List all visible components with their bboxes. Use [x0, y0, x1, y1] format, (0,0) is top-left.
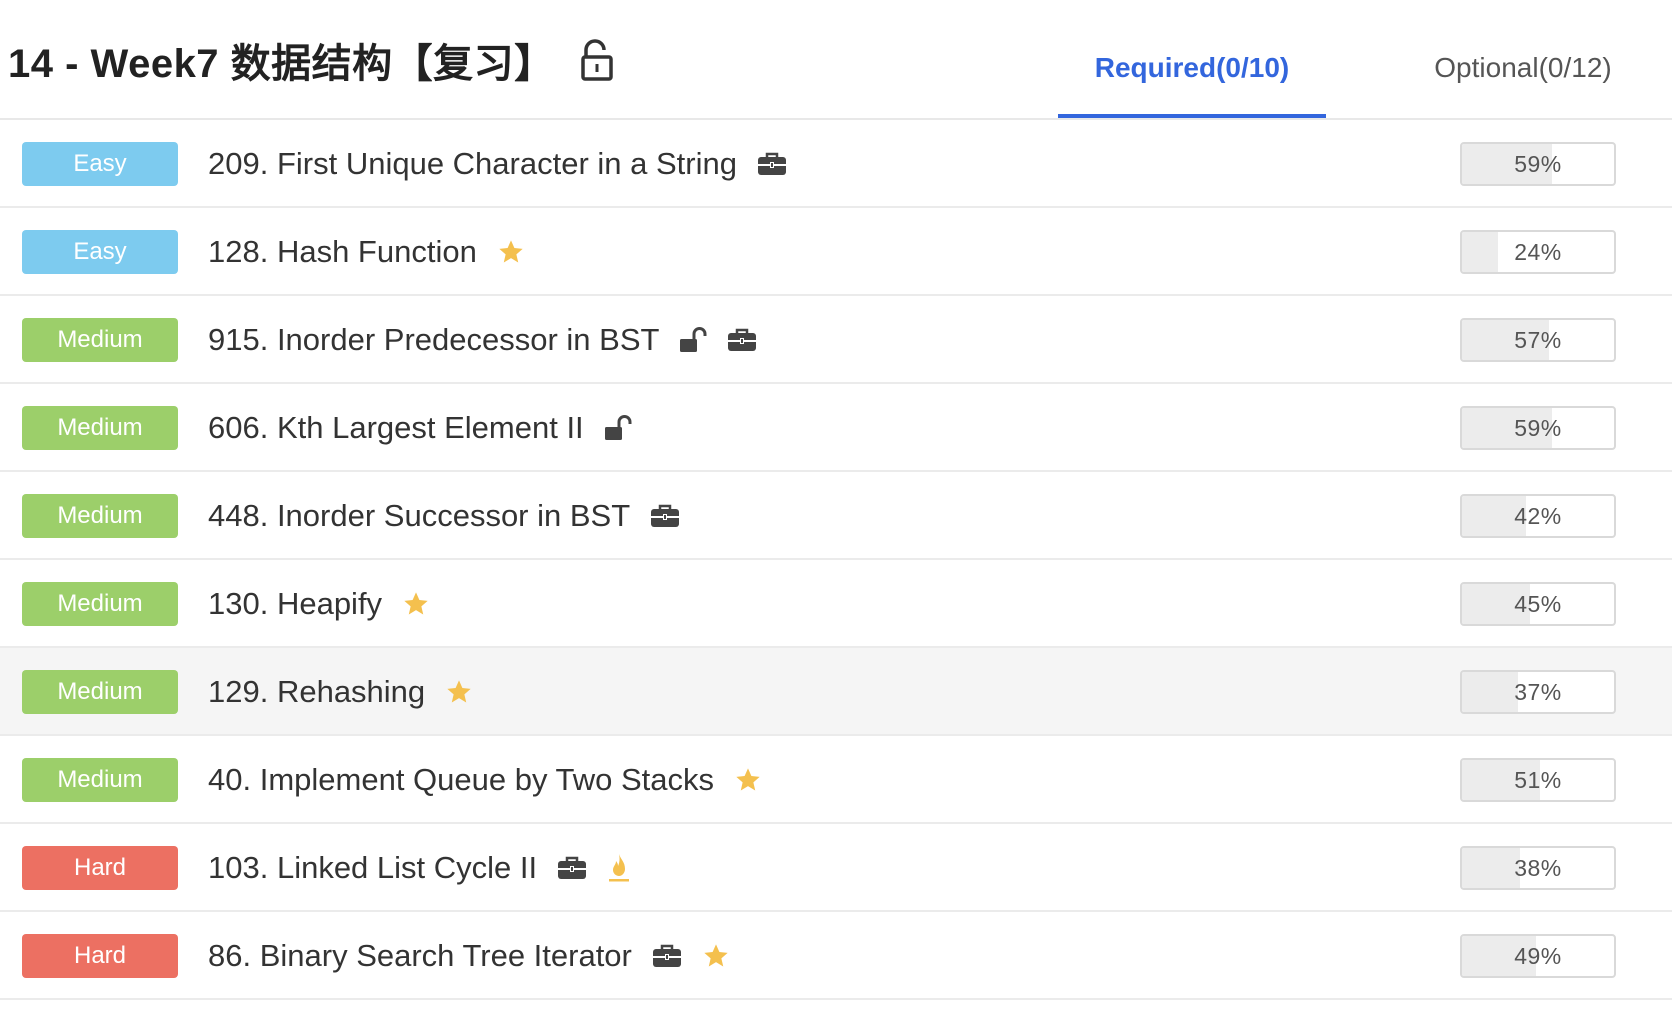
problem-title-wrap: 128. Hash Function [208, 208, 525, 296]
acceptance-rate-text: 37% [1514, 679, 1562, 705]
problem-title-wrap: 103. Linked List Cycle II [208, 824, 631, 912]
problem-title-wrap: 209. First Unique Character in a String [208, 120, 787, 208]
acceptance-rate-text: 59% [1514, 151, 1562, 177]
problem-list: Easy 209. First Unique Character in a Str… [0, 120, 1672, 1000]
tab-bar: Required(0/10) Optional(0/12) [1058, 0, 1672, 120]
problem-row[interactable]: Medium 448. Inorder Successor in BST 42% [0, 472, 1672, 560]
difficulty-badge: Medium [22, 494, 178, 538]
problem-title-wrap: 915. Inorder Predecessor in BST [208, 296, 757, 384]
difficulty-badge: Hard [22, 846, 178, 890]
acceptance-rate-text: 49% [1514, 943, 1562, 969]
acceptance-rate-bar: 24% [1460, 230, 1616, 274]
problem-title-wrap: 86. Binary Search Tree Iterator [208, 912, 730, 1000]
acceptance-rate-bar: 37% [1460, 670, 1616, 714]
problem-title-link[interactable]: 129. Rehashing [208, 674, 425, 710]
acceptance-rate-bar: 59% [1460, 406, 1616, 450]
lock-open-icon [577, 38, 617, 82]
acceptance-rate-text: 24% [1514, 239, 1562, 265]
page-header: 14 - Week7 数据结构【复习】 Required(0/10) Optio… [0, 0, 1672, 120]
flame-icon [607, 852, 631, 884]
star-icon [497, 238, 525, 266]
difficulty-badge: Easy [22, 230, 178, 274]
acceptance-rate-bar: 42% [1460, 494, 1616, 538]
briefcase-icon [557, 855, 587, 881]
problem-row[interactable]: Medium 130. Heapify 45% [0, 560, 1672, 648]
star-icon [734, 766, 762, 794]
problem-title-wrap: 129. Rehashing [208, 648, 473, 736]
difficulty-badge: Medium [22, 758, 178, 802]
difficulty-badge: Easy [22, 142, 178, 186]
acceptance-rate-text: 51% [1514, 767, 1562, 793]
page-title: 14 - Week7 数据结构【复习】 [8, 42, 555, 86]
briefcase-icon [757, 151, 787, 177]
difficulty-badge: Medium [22, 406, 178, 450]
acceptance-rate-bar: 51% [1460, 758, 1616, 802]
problem-title-link[interactable]: 915. Inorder Predecessor in BST [208, 322, 659, 358]
acceptance-rate-bar: 45% [1460, 582, 1616, 626]
problem-title-link[interactable]: 128. Hash Function [208, 234, 477, 270]
star-icon [702, 942, 730, 970]
difficulty-badge: Medium [22, 670, 178, 714]
star-icon [445, 678, 473, 706]
problem-row[interactable]: Medium 129. Rehashing 37% [0, 648, 1672, 736]
problem-row[interactable]: Medium 40. Implement Queue by Two Stacks 5… [0, 736, 1672, 824]
difficulty-badge: Medium [22, 582, 178, 626]
acceptance-rate-text: 57% [1514, 327, 1562, 353]
problem-title-wrap: 40. Implement Queue by Two Stacks [208, 736, 762, 824]
difficulty-badge: Hard [22, 934, 178, 978]
problem-title-link[interactable]: 86. Binary Search Tree Iterator [208, 938, 632, 974]
acceptance-rate-bar: 59% [1460, 142, 1616, 186]
problem-title-link[interactable]: 606. Kth Largest Element II [208, 410, 584, 446]
briefcase-icon [652, 943, 682, 969]
acceptance-rate-bar: 49% [1460, 934, 1616, 978]
briefcase-icon [727, 327, 757, 353]
acceptance-rate-text: 42% [1514, 503, 1562, 529]
problem-row[interactable]: Hard 103. Linked List Cycle II 38% [0, 824, 1672, 912]
title-wrap: 14 - Week7 数据结构【复习】 [8, 34, 617, 86]
briefcase-icon [650, 503, 680, 529]
acceptance-rate-text: 59% [1514, 415, 1562, 441]
acceptance-rate-bar: 57% [1460, 318, 1616, 362]
problem-row[interactable]: Medium 915. Inorder Predecessor in BST 57% [0, 296, 1672, 384]
problem-title-wrap: 606. Kth Largest Element II [208, 384, 632, 472]
difficulty-badge: Medium [22, 318, 178, 362]
problem-title-link[interactable]: 103. Linked List Cycle II [208, 850, 537, 886]
problem-row[interactable]: Hard 86. Binary Search Tree Iterator 49% [0, 912, 1672, 1000]
unlock-icon [679, 327, 707, 353]
problem-title-link[interactable]: 130. Heapify [208, 586, 382, 622]
problem-title-link[interactable]: 209. First Unique Character in a String [208, 146, 737, 182]
tab-optional[interactable]: Optional(0/12) [1388, 52, 1658, 118]
acceptance-rate-text: 38% [1514, 855, 1562, 881]
problem-title-link[interactable]: 40. Implement Queue by Two Stacks [208, 762, 714, 798]
problem-title-wrap: 130. Heapify [208, 560, 430, 648]
problem-title-wrap: 448. Inorder Successor in BST [208, 472, 680, 560]
problem-title-link[interactable]: 448. Inorder Successor in BST [208, 498, 630, 534]
problem-row[interactable]: Easy 128. Hash Function 24% [0, 208, 1672, 296]
acceptance-rate-bar: 38% [1460, 846, 1616, 890]
tab-required[interactable]: Required(0/10) [1058, 52, 1326, 118]
problem-row[interactable]: Medium 606. Kth Largest Element II 59% [0, 384, 1672, 472]
star-icon [402, 590, 430, 618]
problem-row[interactable]: Easy 209. First Unique Character in a Str… [0, 120, 1672, 208]
unlock-icon [604, 415, 632, 441]
acceptance-rate-text: 45% [1514, 591, 1562, 617]
